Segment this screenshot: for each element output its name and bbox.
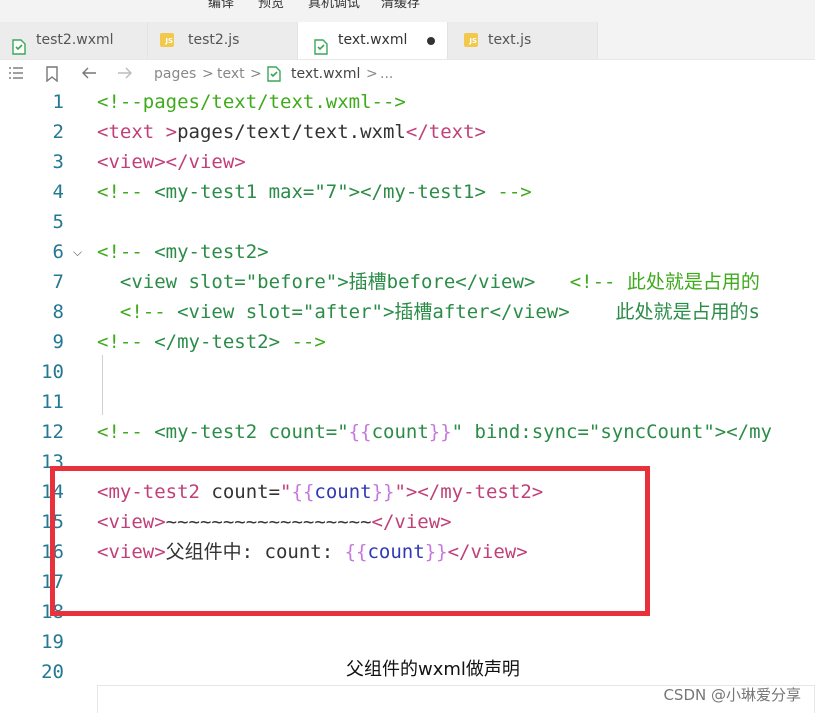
code-text: <!-- </my-test2> --> bbox=[97, 327, 326, 357]
code-token: <view slot="after">插槽after</view> 此处就是占用… bbox=[177, 301, 760, 323]
code-editor[interactable]: 1 <!--pages/text/text.wxml--> 2 <text >page… bbox=[0, 88, 815, 713]
tab-test2-js[interactable]: JS test2.js bbox=[148, 22, 298, 59]
code-line[interactable]: 2 <text >pages/text/text.wxml</text> bbox=[0, 117, 815, 147]
code-line[interactable]: 3 <view></view> bbox=[0, 147, 815, 177]
code-text: <view></view> bbox=[97, 147, 246, 177]
unsaved-dot-icon[interactable] bbox=[427, 37, 435, 45]
code-token: <!-- bbox=[97, 301, 178, 323]
tab-text-wxml[interactable]: text.wxml bbox=[298, 22, 448, 59]
breadcrumb-separator: > bbox=[366, 66, 378, 82]
code-token: <my-test2 count=" bbox=[154, 421, 349, 443]
code-text: <text >pages/text/text.wxml</text> bbox=[97, 117, 486, 147]
code-token: <view></view> bbox=[97, 151, 246, 173]
code-line[interactable]: 4 <!-- <my-test1 max="7"></my-test1> --> bbox=[0, 177, 815, 207]
list-icon[interactable] bbox=[8, 66, 24, 84]
annotation-highlight-box bbox=[50, 466, 650, 616]
caption-text: 父组件的wxml做声明 bbox=[346, 659, 520, 680]
code-text: <!-- <my-test2> bbox=[97, 237, 269, 267]
code-token: <!--pages/text/text.wxml--> bbox=[97, 91, 406, 113]
breadcrumb-separator: > bbox=[250, 66, 262, 82]
code-token: <my-test2> bbox=[154, 241, 269, 263]
line-number: 2 bbox=[52, 121, 64, 143]
code-line[interactable]: 5 bbox=[0, 207, 815, 237]
code-line[interactable]: 9 <!-- </my-test2> --> bbox=[0, 327, 815, 357]
code-token: }} bbox=[428, 421, 452, 443]
code-token: " bind:sync="syncCount"></my bbox=[451, 421, 772, 443]
code-line[interactable]: 11 bbox=[0, 387, 815, 417]
code-line[interactable]: 7 <view slot="before">插槽before</view> <!… bbox=[0, 267, 815, 297]
line-number: 9 bbox=[52, 331, 64, 353]
breadcrumb-separator: > bbox=[202, 66, 214, 82]
code-line[interactable]: 19 bbox=[0, 627, 815, 657]
code-token: </my-test2> bbox=[154, 331, 281, 353]
code-token: </text> bbox=[405, 121, 486, 143]
editor-tab-bar: test2.wxml JS test2.js text.wxml JS text… bbox=[0, 22, 815, 60]
code-line[interactable]: 1 <!--pages/text/text.wxml--> bbox=[0, 88, 815, 117]
line-number: 12 bbox=[41, 421, 64, 443]
code-token: {{ bbox=[348, 421, 372, 443]
code-line[interactable]: 8 <!-- <view slot="after">插槽after</view>… bbox=[0, 297, 815, 327]
breadcrumb-file[interactable]: text.wxml bbox=[291, 66, 360, 82]
bookmark-icon[interactable] bbox=[46, 66, 58, 86]
menu-preview[interactable]: 预览 bbox=[258, 0, 284, 11]
line-number: 7 bbox=[52, 271, 64, 293]
line-number: 10 bbox=[41, 361, 64, 383]
code-token: <!-- bbox=[97, 331, 155, 353]
tab-label: test2.wxml bbox=[36, 32, 114, 48]
line-number: 6 bbox=[52, 241, 64, 263]
line-number: 11 bbox=[41, 391, 64, 413]
code-line[interactable]: 12 <!-- <my-test2 count="{{count}}" bind:… bbox=[0, 417, 815, 447]
code-token: <!-- bbox=[97, 241, 155, 263]
menu-compile[interactable]: 编译 bbox=[208, 0, 234, 11]
code-token: <text bbox=[97, 121, 166, 143]
code-token: <!-- bbox=[97, 181, 155, 203]
code-text: <!-- <my-test1 max="7"></my-test1> --> bbox=[97, 177, 532, 207]
line-number: 1 bbox=[52, 91, 64, 113]
code-line[interactable]: 6 ⌵ <!-- <my-test2> bbox=[0, 237, 815, 267]
line-number: 4 bbox=[52, 181, 64, 203]
code-token: <!-- 此处就是占用的 bbox=[569, 271, 760, 293]
code-token: pages/text/text.wxml bbox=[177, 121, 406, 143]
code-token: > bbox=[165, 121, 178, 143]
wxml-file-icon bbox=[267, 66, 281, 86]
fold-chevron-icon[interactable]: ⌵ bbox=[73, 245, 82, 260]
arrow-right-icon[interactable] bbox=[117, 66, 133, 84]
code-token: --> bbox=[485, 181, 532, 203]
menu-bar: 编译 预览 真机调试 清缓存 bbox=[0, 0, 815, 23]
tab-text-js[interactable]: JS text.js bbox=[448, 22, 598, 59]
tab-test2-wxml[interactable]: test2.wxml bbox=[0, 22, 148, 59]
csdn-watermark: CSDN @小琳爱分享 bbox=[663, 686, 801, 704]
code-token: count bbox=[371, 421, 429, 443]
line-number: 3 bbox=[52, 151, 64, 173]
breadcrumb-pages[interactable]: pages bbox=[154, 66, 196, 82]
line-number: 5 bbox=[52, 211, 64, 233]
line-number: 8 bbox=[52, 301, 64, 323]
js-file-icon: JS bbox=[464, 33, 478, 47]
code-token: <view slot="before">插槽before</view> bbox=[97, 271, 570, 293]
breadcrumb-more[interactable]: ... bbox=[380, 66, 393, 82]
tab-label: text.wxml bbox=[338, 32, 408, 48]
menu-device-debug[interactable]: 真机调试 bbox=[308, 0, 360, 11]
tab-label: test2.js bbox=[188, 32, 240, 48]
code-text: <!--pages/text/text.wxml--> bbox=[97, 88, 406, 117]
code-text: <!-- <my-test2 count="{{count}}" bind:sy… bbox=[97, 417, 772, 447]
breadcrumb-text[interactable]: text bbox=[217, 66, 245, 82]
editor-toolbar: pages > text > text.wxml > ... bbox=[0, 60, 815, 88]
code-token: <!-- bbox=[97, 421, 155, 443]
code-text: <view slot="before">插槽before</view> <!--… bbox=[97, 267, 760, 297]
code-token: --> bbox=[280, 331, 326, 353]
menu-clear-cache[interactable]: 清缓存 bbox=[381, 0, 420, 11]
line-number: 20 bbox=[41, 661, 64, 683]
js-file-icon: JS bbox=[160, 33, 174, 47]
arrow-left-icon[interactable] bbox=[81, 66, 97, 84]
code-text: <!-- <view slot="after">插槽after</view> 此… bbox=[97, 297, 760, 327]
code-line[interactable]: 10 bbox=[0, 357, 815, 387]
tab-label: text.js bbox=[488, 32, 532, 48]
code-token: <my-test1 max="7"></my-test1> bbox=[154, 181, 486, 203]
line-number: 19 bbox=[41, 631, 64, 653]
